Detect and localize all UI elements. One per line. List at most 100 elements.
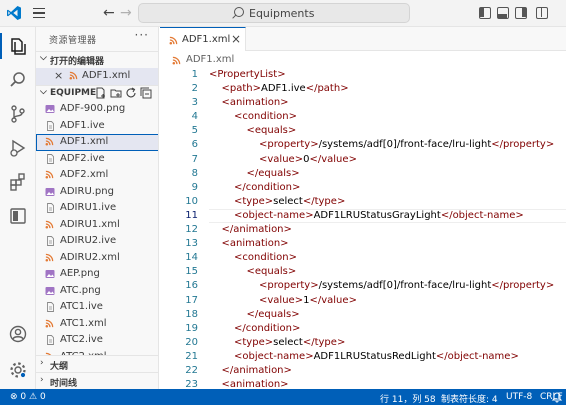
toggle-primary-sidebar-icon[interactable] <box>479 7 491 19</box>
code-line[interactable]: <equals> <box>209 124 554 138</box>
file-name: ADIRU1.ive <box>60 202 117 213</box>
code-line[interactable]: </equals> <box>209 167 554 181</box>
new-file-icon[interactable] <box>95 87 107 99</box>
code-line[interactable]: <animation> <box>209 378 554 389</box>
code-line[interactable]: <value>1</value> <box>209 294 554 308</box>
rss-file-icon <box>69 71 78 80</box>
line-number: 17 <box>185 294 198 306</box>
file-tree-item[interactable]: ATC.png <box>36 283 158 300</box>
code-editor[interactable]: 1 2 3 4 5 6 7 8 9 10 11 12 13 14 15 16 17 18 19 20 21 22 23 <P… <box>160 68 566 389</box>
code-text: <path>ADF1.ive</path> <box>222 83 349 94</box>
more-actions-icon[interactable]: ··· <box>135 28 149 42</box>
code-line[interactable]: <animation> <box>209 237 554 251</box>
error-icon: ⊗ <box>10 392 18 402</box>
tab-adf1-xml[interactable]: ADF1.xml × <box>160 27 246 51</box>
source-control-icon[interactable] <box>0 97 36 131</box>
open-editors-header[interactable]: ⌵ 打开的编辑器 <box>36 51 158 67</box>
close-icon[interactable]: × <box>54 69 63 82</box>
code-line[interactable]: <value>0</value> <box>209 153 554 167</box>
settings-gear-icon[interactable] <box>0 353 36 387</box>
xml-tag-name: object-name <box>447 350 511 362</box>
code-text: <animation> <box>222 379 289 389</box>
xml-text: ADF1.ive <box>261 83 306 95</box>
xml-text: ADF1LRUStatusRedLight <box>313 350 436 362</box>
rss-file-icon <box>45 137 54 146</box>
code-line[interactable]: <property>/systems/adf[0]/front-face/lru… <box>209 138 554 152</box>
arrow-left-icon[interactable]: ← <box>103 5 115 21</box>
indentation-status[interactable]: 制表符长度: 4 <box>441 392 498 405</box>
xml-bracket: < <box>246 125 255 137</box>
file-tree-item[interactable]: ATC1.ive <box>36 299 158 316</box>
cursor-position[interactable]: 行 11，列 58 <box>380 392 436 405</box>
open-editor-filename: ADF1.xml <box>82 70 131 81</box>
code-line[interactable]: <PropertyList> <box>209 68 554 82</box>
toggle-secondary-sidebar-icon[interactable] <box>515 7 527 19</box>
timeline-header[interactable]: › 时间线 <box>36 372 158 389</box>
menu-icon[interactable] <box>33 8 45 18</box>
search-icon[interactable] <box>0 63 36 97</box>
outline-header[interactable]: › 大纲 <box>36 355 158 372</box>
code-line[interactable]: </condition> <box>209 181 554 195</box>
breadcrumb-file[interactable]: ADF1.xml <box>186 54 234 65</box>
xml-text: ADF1LRUStatusGrayLight <box>313 209 441 221</box>
xml-tag-name: condition <box>245 181 292 193</box>
explorer-icon[interactable] <box>0 29 36 63</box>
file-tree-item[interactable]: ADF1.xml <box>36 134 158 151</box>
file-tree-item[interactable]: ATC2.ive <box>36 332 158 349</box>
file-tree-item[interactable]: ADF2.ive <box>36 151 158 168</box>
explorer-sidebar: 资源管理器 ··· ⌵ 打开的编辑器 × ADF1.xml ⌵ EQUIPMEN… <box>36 27 159 389</box>
arrow-right-icon[interactable]: → <box>120 5 132 21</box>
file-tree-item[interactable]: ADF-900.png <box>36 101 158 118</box>
file-tree-item[interactable]: ADF2.xml <box>36 167 158 184</box>
code-content[interactable]: <PropertyList> <path>ADF1.ive</path> <anim… <box>209 68 566 389</box>
terminal-icon[interactable] <box>0 199 36 233</box>
code-line[interactable]: <condition> <box>209 110 554 124</box>
status-bar: ⊗ 0 ⚠ 0 行 11，列 58 制表符长度: 4 UTF-8 CRLF <box>0 389 566 405</box>
command-center-search[interactable]: Equipments <box>138 3 410 23</box>
customize-layout-icon[interactable] <box>536 7 548 19</box>
code-line[interactable]: <object-name>ADF1LRUStatusGrayLight</obj… <box>209 208 566 224</box>
code-line[interactable]: <object-name>ADF1LRUStatusRedLight</obje… <box>209 350 554 364</box>
xml-bracket: </ <box>246 167 259 179</box>
errors-status[interactable]: ⊗ 0 ⚠ 0 <box>10 392 46 402</box>
tab-label: ADF1.xml <box>182 34 231 45</box>
bell-icon[interactable] <box>551 391 563 403</box>
code-line[interactable]: <property>/systems/adf[0]/front-face/lru… <box>209 279 554 293</box>
code-line[interactable]: <condition> <box>209 251 554 265</box>
file-tree-item[interactable]: AEP.png <box>36 266 158 283</box>
code-line[interactable]: <type>select</type> <box>209 195 554 209</box>
code-line[interactable]: <equals> <box>209 265 554 279</box>
file-tree-item[interactable]: ADIRU1.ive <box>36 200 158 217</box>
file-tree-item[interactable]: ADIRU.png <box>36 184 158 201</box>
close-icon[interactable]: × <box>231 32 241 46</box>
file-tree-item[interactable]: ADIRU1.xml <box>36 217 158 234</box>
xml-bracket: </ <box>491 139 504 151</box>
refresh-icon[interactable] <box>125 87 137 99</box>
code-line[interactable]: </equals> <box>209 308 554 322</box>
code-line[interactable]: </animation> <box>209 223 554 237</box>
xml-bracket: > <box>287 266 297 278</box>
xml-bracket: > <box>336 336 346 348</box>
code-line[interactable]: </animation> <box>209 364 554 378</box>
xml-bracket: > <box>545 139 555 151</box>
code-line[interactable]: </condition> <box>209 322 554 336</box>
file-tree-item[interactable]: ADIRU2.xml <box>36 250 158 267</box>
file-tree-item[interactable]: ADIRU2.ive <box>36 233 158 250</box>
code-text: <value>0</value> <box>259 154 357 165</box>
new-folder-icon[interactable] <box>110 87 122 99</box>
code-line[interactable]: <path>ADF1.ive</path> <box>209 82 554 96</box>
collapse-all-icon[interactable] <box>140 87 152 99</box>
code-line[interactable]: <type>select</type> <box>209 336 554 350</box>
open-editor-item[interactable]: × ADF1.xml <box>36 68 158 85</box>
file-tree-item[interactable]: ATC1.xml <box>36 316 158 333</box>
code-text: </equals> <box>247 168 300 179</box>
code-line[interactable]: <animation> <box>209 96 554 110</box>
xml-tag-name: value <box>267 153 295 165</box>
toggle-panel-icon[interactable] <box>497 7 509 19</box>
run-debug-icon[interactable] <box>0 131 36 165</box>
account-icon[interactable] <box>0 317 36 351</box>
encoding-status[interactable]: UTF-8 <box>506 392 532 402</box>
code-text: <equals> <box>247 266 297 277</box>
file-tree-item[interactable]: ADF1.ive <box>36 118 158 135</box>
extensions-icon[interactable] <box>0 165 36 199</box>
